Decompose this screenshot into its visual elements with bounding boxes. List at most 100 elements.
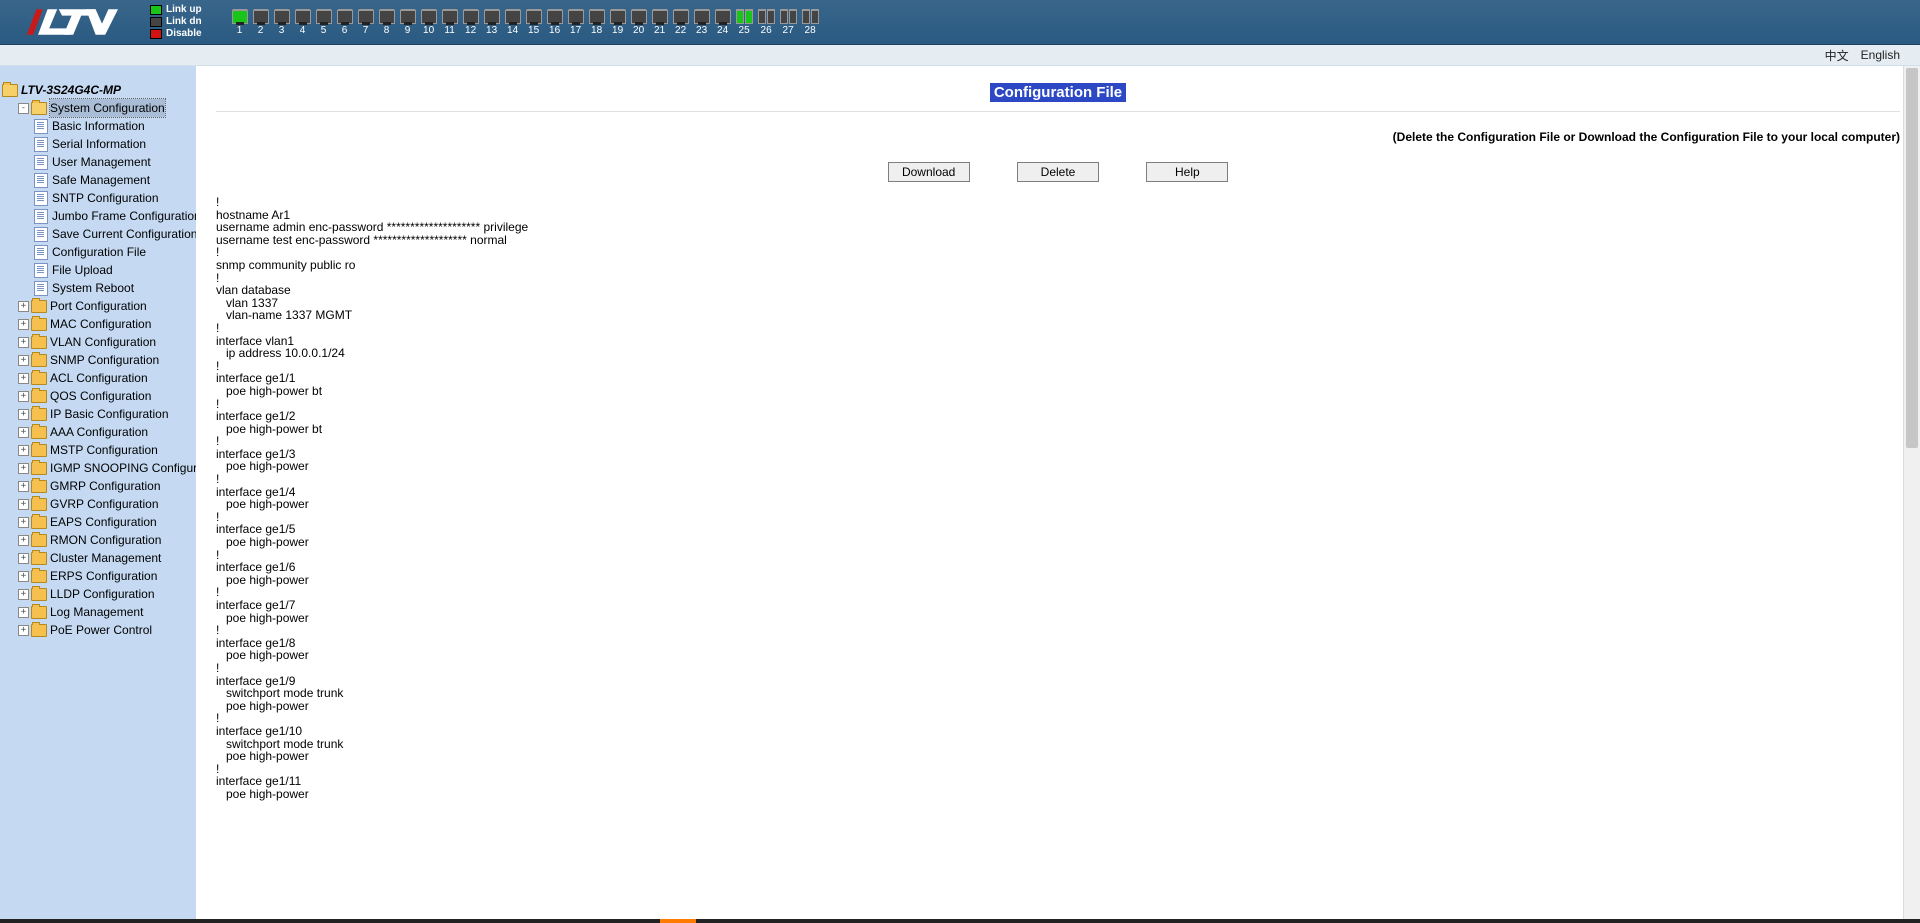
port-7[interactable]: 7 [358,9,374,36]
tree-folder-log[interactable]: +Log Management [18,603,196,621]
port-28[interactable]: 28 [802,9,819,36]
tree-folder-cluster[interactable]: +Cluster Management [18,549,196,567]
tree-folder-mstp[interactable]: +MSTP Configuration [18,441,196,459]
page-title: Configuration File [216,84,1900,101]
tree-root[interactable]: LTV-3S24G4C-MP - System Configuration Ba… [2,81,196,639]
port-27[interactable]: 27 [780,9,797,36]
port-number: 14 [507,26,518,36]
tree-item-sntp[interactable]: SNTP Configuration [34,189,196,207]
lang-en-link[interactable]: English [1861,48,1900,62]
port-number: 13 [486,26,497,36]
expand-icon[interactable]: + [18,373,29,384]
expand-icon[interactable]: + [18,553,29,564]
tree-item-serial[interactable]: Serial Information [34,135,196,153]
expand-icon[interactable]: + [18,355,29,366]
tree-item-safe[interactable]: Safe Management [34,171,196,189]
port-10[interactable]: 10 [421,9,437,36]
document-icon [34,173,48,188]
port-23[interactable]: 23 [694,9,710,36]
expand-icon[interactable]: + [18,499,29,510]
page-title-text: Configuration File [990,83,1126,102]
tree-folder-gvrp[interactable]: + GVRP Configuration [18,495,196,513]
port-2[interactable]: 2 [253,9,269,36]
port-number: 22 [675,26,686,36]
tree-folder-rmon[interactable]: +RMON Configuration [18,531,196,549]
expand-icon[interactable]: + [18,445,29,456]
port-14[interactable]: 14 [505,9,521,36]
port-18[interactable]: 18 [589,9,605,36]
port-8[interactable]: 8 [379,9,395,36]
tree-folder-ip[interactable]: +IP Basic Configuration [18,405,196,423]
expand-icon[interactable]: + [18,301,29,312]
port-13[interactable]: 13 [484,9,500,36]
port-5[interactable]: 5 [316,9,332,36]
expand-icon[interactable]: + [18,571,29,582]
port-1[interactable]: 1 [232,9,248,36]
port-11[interactable]: 11 [442,9,458,36]
port-3[interactable]: 3 [274,9,290,36]
expand-icon[interactable]: + [18,517,29,528]
tree-folder-gmrp[interactable]: +GMRP Configuration [18,477,196,495]
port-16[interactable]: 16 [547,9,563,36]
tree-folder-label: GVRP Configuration [50,495,159,513]
collapse-icon[interactable]: - [18,103,29,114]
tree-item-basic[interactable]: Basic Information [34,117,196,135]
tree-folder-aaa[interactable]: +AAA Configuration [18,423,196,441]
expand-icon[interactable]: + [18,607,29,618]
expand-icon[interactable]: + [18,337,29,348]
folder-icon [31,552,47,565]
delete-button[interactable]: Delete [1017,162,1099,182]
expand-icon[interactable]: + [18,463,29,474]
port-20[interactable]: 20 [631,9,647,36]
tree-item-cfgfile[interactable]: Configuration File [34,243,196,261]
expand-icon[interactable]: + [18,481,29,492]
tree-item-jumbo[interactable]: Jumbo Frame Configuration [34,207,196,225]
port-4[interactable]: 4 [295,9,311,36]
download-button[interactable]: Download [888,162,970,182]
help-button[interactable]: Help [1146,162,1228,182]
port-25[interactable]: 25 [736,9,753,36]
port-9[interactable]: 9 [400,9,416,36]
expand-icon[interactable]: + [18,427,29,438]
port-icon [673,9,689,24]
scrollbar-thumb[interactable] [1906,68,1918,448]
tree-folder-qos[interactable]: +QOS Configuration [18,387,196,405]
port-22[interactable]: 22 [673,9,689,36]
expand-icon[interactable]: + [18,409,29,420]
lang-zh-link[interactable]: 中文 [1825,47,1849,64]
port-26[interactable]: 26 [758,9,775,36]
tree-folder-vlan[interactable]: +VLAN Configuration [18,333,196,351]
port-17[interactable]: 17 [568,9,584,36]
port-12[interactable]: 12 [463,9,479,36]
tree-item-reboot[interactable]: System Reboot [34,279,196,297]
expand-icon[interactable]: + [18,535,29,546]
expand-icon[interactable]: + [18,319,29,330]
port-19[interactable]: 19 [610,9,626,36]
page-note: (Delete the Configuration File or Downlo… [216,130,1900,144]
tree-item-upload[interactable]: File Upload [34,261,196,279]
tree-folder-lldp[interactable]: +LLDP Configuration [18,585,196,603]
tree-system-configuration[interactable]: - System Configuration Basic Information… [18,99,196,297]
expand-icon[interactable]: + [18,625,29,636]
tree-folder-mac[interactable]: +MAC Configuration [18,315,196,333]
tree-item-save[interactable]: Save Current Configuration [34,225,196,243]
tree-folder-poe[interactable]: +PoE Power Control [18,621,196,639]
tree-folder-eaps[interactable]: + EAPS Configuration [18,513,196,531]
port-15[interactable]: 15 [526,9,542,36]
expand-icon[interactable]: + [18,589,29,600]
folder-icon [31,408,47,421]
tree-folder-acl[interactable]: +ACL Configuration [18,369,196,387]
tree-folder-port[interactable]: +Port Configuration [18,297,196,315]
scrollbar[interactable] [1903,66,1920,921]
port-icon [610,9,626,24]
port-24[interactable]: 24 [715,9,731,36]
tree-folder-erps[interactable]: +ERPS Configuration [18,567,196,585]
tree-item-user[interactable]: User Management [34,153,196,171]
port-21[interactable]: 21 [652,9,668,36]
tree-folder-label: EAPS Configuration [50,513,157,531]
port-6[interactable]: 6 [337,9,353,36]
nav-tree[interactable]: LTV-3S24G4C-MP - System Configuration Ba… [0,66,196,921]
tree-folder-igmp[interactable]: +IGMP SNOOPING Configuration [18,459,196,477]
tree-folder-snmp[interactable]: +SNMP Configuration [18,351,196,369]
expand-icon[interactable]: + [18,391,29,402]
